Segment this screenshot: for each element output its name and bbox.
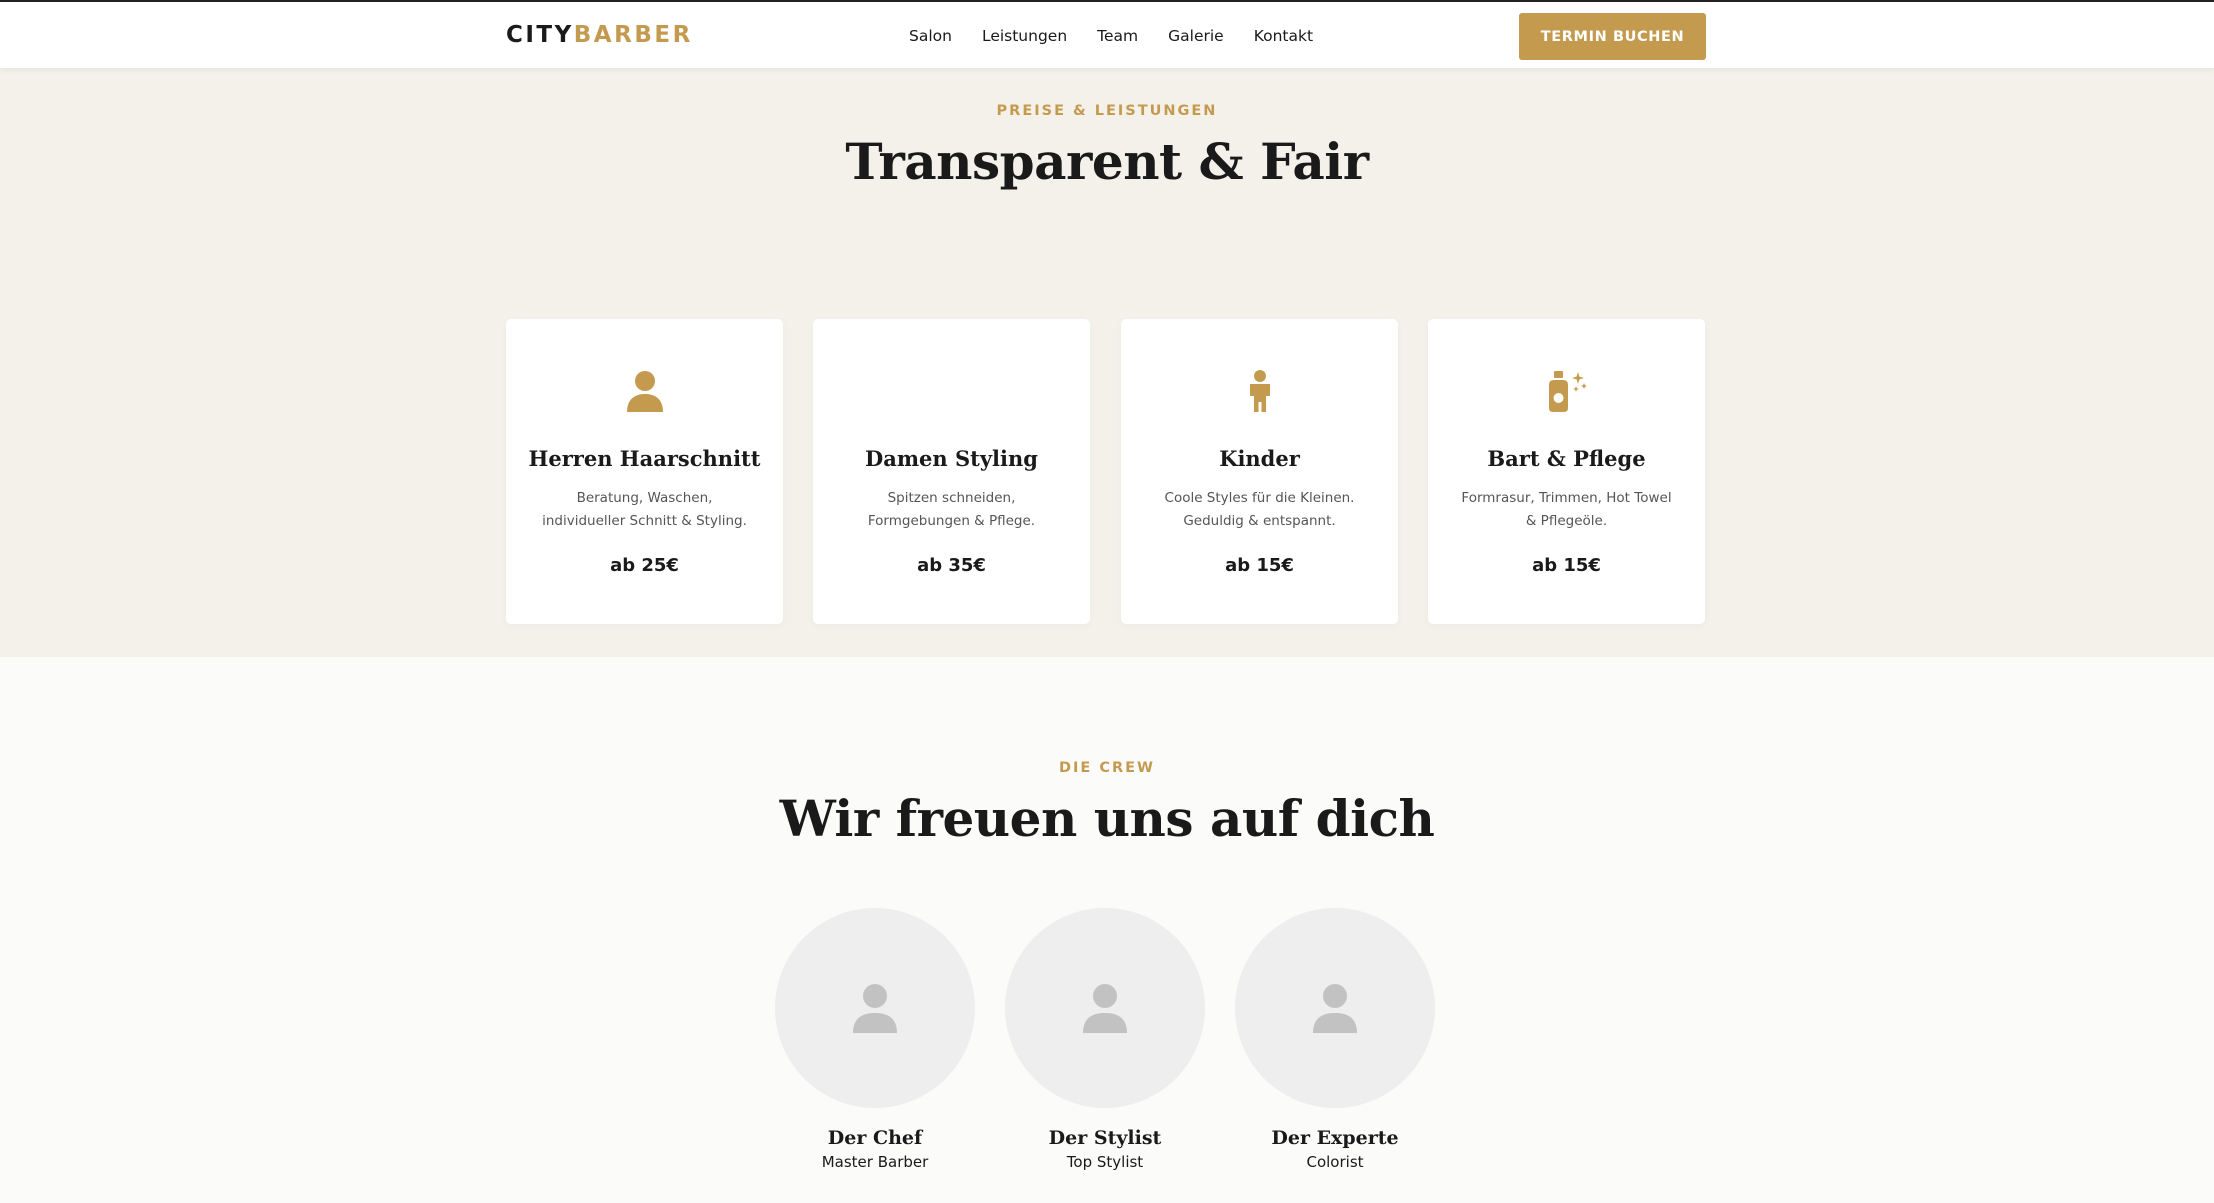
site-logo[interactable]: CITYBARBER — [506, 20, 693, 50]
service-title: Bart & Pflege — [1487, 446, 1646, 471]
service-description: Beratung, Waschen, individueller Schnitt… — [542, 490, 747, 529]
service-price: ab 25€ — [610, 555, 679, 576]
service-description: Formrasur, Trimmen, Hot Towel & Pflegeöl… — [1461, 490, 1672, 529]
service-description: Spitzen schneiden, Formgebungen & Pflege… — [867, 490, 1036, 529]
service-title: Damen Styling — [865, 446, 1038, 471]
logo-text-barber: BARBER — [573, 22, 693, 48]
member-name: Der Experte — [1271, 1127, 1399, 1149]
member-role: Master Barber — [821, 1153, 929, 1171]
nav-link-galerie[interactable]: Galerie — [1168, 25, 1224, 47]
book-appointment-button[interactable]: TERMIN BUCHEN — [1519, 13, 1706, 60]
avatar-placeholder-icon — [1083, 984, 1127, 1033]
nav-link-salon[interactable]: Salon — [909, 25, 952, 47]
spray-bottle-icon — [1548, 371, 1587, 412]
avatar-placeholder-icon — [853, 984, 897, 1033]
member-role: Colorist — [1306, 1153, 1364, 1171]
service-title: Herren Haarschnitt — [528, 446, 761, 471]
site-header: CITYBARBER Salon Leistungen Team Galerie… — [0, 0, 2214, 68]
team-member-experte: Der Experte Colorist — [1235, 908, 1435, 1171]
avatar — [775, 908, 975, 1108]
user-icon — [626, 371, 663, 412]
logo-text-city: CITY — [506, 22, 574, 48]
service-title: Kinder — [1219, 446, 1300, 471]
member-role: Top Stylist — [1066, 1153, 1144, 1171]
team-section: DIE CREW Wir freuen uns auf dich Der Che… — [0, 657, 2214, 1203]
child-icon — [1249, 370, 1270, 412]
team-member-stylist: Der Stylist Top Stylist — [1005, 908, 1205, 1171]
pricing-title: Transparent & Fair — [845, 132, 1369, 191]
avatar — [1005, 908, 1205, 1108]
avatar-placeholder-icon — [1313, 984, 1357, 1033]
team-eyebrow: DIE CREW — [1058, 760, 1156, 776]
service-price: ab 15€ — [1225, 555, 1294, 576]
pricing-section: PREISE & LEISTUNGEN Transparent & Fair H… — [0, 68, 2214, 657]
service-price: ab 15€ — [1532, 555, 1601, 576]
service-card-bart[interactable]: Bart & Pflege Formrasur, Trimmen, Hot To… — [1428, 319, 1705, 624]
pricing-eyebrow: PREISE & LEISTUNGEN — [996, 103, 1218, 119]
service-card-herren[interactable]: Herren Haarschnitt Beratung, Waschen, in… — [506, 319, 783, 624]
team-member-chef: Der Chef Master Barber — [775, 908, 975, 1171]
service-description: Coole Styles für die Kleinen. Geduldig &… — [1164, 490, 1355, 529]
avatar — [1235, 908, 1435, 1108]
service-price: ab 35€ — [917, 555, 986, 576]
main-nav: Salon Leistungen Team Galerie Kontakt — [909, 25, 1313, 47]
missing-icon-placeholder — [813, 369, 1090, 417]
nav-link-kontakt[interactable]: Kontakt — [1254, 25, 1313, 47]
service-card-damen[interactable]: Damen Styling Spitzen schneiden, Formgeb… — [813, 319, 1090, 624]
member-name: Der Chef — [827, 1127, 923, 1149]
member-name: Der Stylist — [1048, 1127, 1162, 1149]
nav-link-team[interactable]: Team — [1097, 25, 1138, 47]
nav-link-leistungen[interactable]: Leistungen — [982, 25, 1067, 47]
team-title: Wir freuen uns auf dich — [779, 789, 1435, 848]
service-card-kinder[interactable]: Kinder Coole Styles für die Kleinen. Ged… — [1121, 319, 1398, 624]
